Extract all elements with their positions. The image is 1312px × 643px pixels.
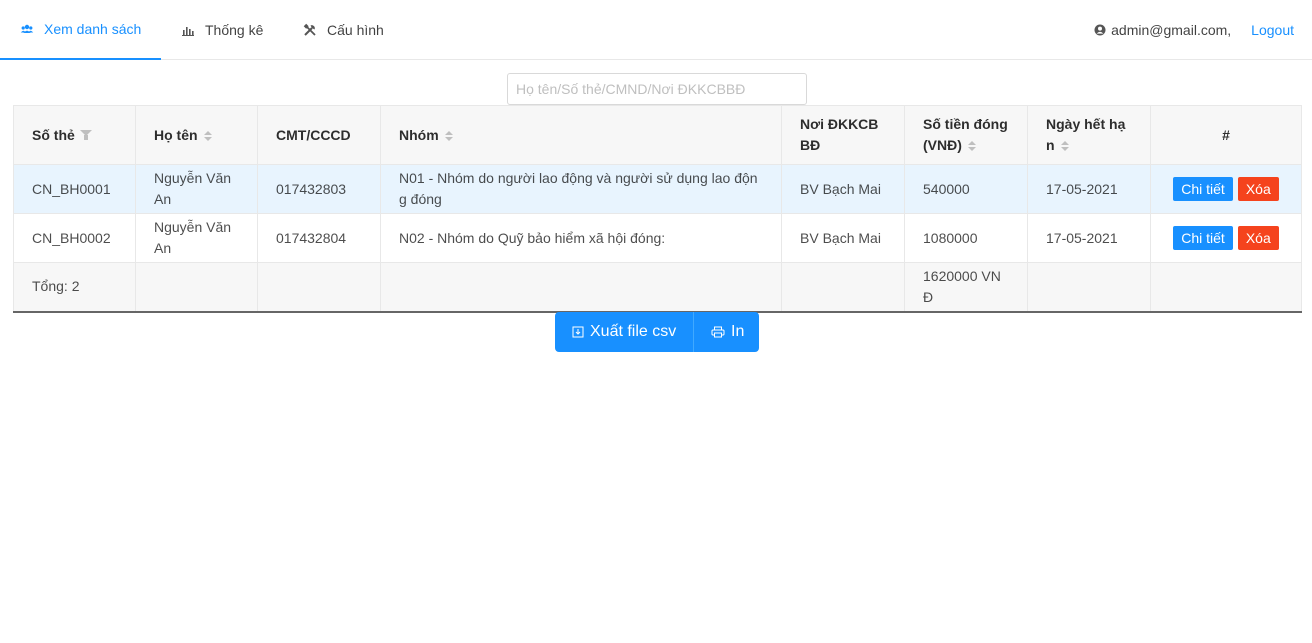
cell-actions: Chi tiết Xóa — [1150, 213, 1302, 263]
cell-card-number: CN_BH0001 — [13, 164, 136, 214]
cell-amount: 1080000 — [904, 213, 1028, 263]
nav-tab-config[interactable]: Cấu hình — [303, 0, 384, 60]
user-icon — [1094, 24, 1106, 36]
tools-icon — [303, 23, 316, 36]
nav-tab-stats[interactable]: Thống kê — [181, 0, 263, 60]
column-header-id-number: CMT/CCCD — [257, 105, 381, 165]
download-icon — [572, 326, 584, 338]
detail-button[interactable]: Chi tiết — [1173, 177, 1233, 201]
cell-group: N01 - Nhóm do người lao động và người sử… — [380, 164, 782, 214]
cell-group: N02 - Nhóm do Quỹ bảo hiểm xã hội đóng: — [380, 213, 782, 263]
column-header-actions: # — [1150, 105, 1302, 165]
cell-full-name: Nguyễn Văn An — [135, 164, 258, 214]
insurance-table: Số thẻ Họ tên CMT/CCCD Nhóm Nơi ĐKKCB BĐ… — [13, 105, 1302, 313]
column-header-amount[interactable]: Số tiền đóng (VNĐ) — [904, 105, 1028, 165]
column-header-full-name[interactable]: Họ tên — [135, 105, 258, 165]
export-button-group: Xuất file csv In — [555, 312, 759, 352]
filter-icon[interactable] — [79, 129, 92, 140]
print-button[interactable]: In — [693, 312, 759, 352]
search-input[interactable] — [507, 73, 807, 105]
logout-link[interactable]: Logout — [1251, 22, 1294, 38]
team-icon — [20, 24, 34, 33]
cell-registered-hospital: BV Bạch Mai — [781, 213, 905, 263]
cell-full-name: Nguyễn Văn An — [135, 213, 258, 263]
cell-card-number: CN_BH0002 — [13, 213, 136, 263]
user-email: admin@gmail.com, — [1111, 22, 1232, 38]
export-csv-button[interactable]: Xuất file csv — [555, 312, 693, 352]
total-amount: 1620000 VNĐ — [904, 262, 1028, 313]
top-nav: Xem danh sách Thống kê Cấu hình admin@gm… — [0, 0, 1312, 60]
cell-id-number: 017432803 — [257, 164, 381, 214]
cell-expiry-date: 17-05-2021 — [1027, 213, 1151, 263]
nav-tab-list-label: Xem danh sách — [44, 21, 142, 37]
cell-actions: Chi tiết Xóa — [1150, 164, 1302, 214]
sort-icon[interactable] — [444, 130, 453, 141]
cell-registered-hospital: BV Bạch Mai — [781, 164, 905, 214]
delete-button[interactable]: Xóa — [1237, 226, 1279, 250]
sort-icon[interactable] — [967, 141, 976, 151]
total-count: Tổng: 2 — [13, 262, 136, 313]
nav-tab-list[interactable]: Xem danh sách — [0, 0, 161, 60]
sort-icon[interactable] — [1060, 141, 1069, 151]
nav-tab-config-label: Cấu hình — [327, 22, 384, 38]
bar-chart-icon — [182, 27, 194, 36]
cell-amount: 540000 — [904, 164, 1028, 214]
user-area: admin@gmail.com, Logout — [1094, 0, 1294, 60]
column-header-expiry-date[interactable]: Ngày hết hạn — [1027, 105, 1151, 165]
column-header-registered-hospital: Nơi ĐKKCB BĐ — [781, 105, 905, 165]
table-row[interactable]: CN_BH0001 Nguyễn Văn An 017432803 N01 - … — [13, 164, 1302, 214]
detail-button[interactable]: Chi tiết — [1173, 226, 1233, 250]
cell-expiry-date: 17-05-2021 — [1027, 164, 1151, 214]
table-header-row: Số thẻ Họ tên CMT/CCCD Nhóm Nơi ĐKKCB BĐ… — [13, 105, 1302, 165]
column-header-card-number[interactable]: Số thẻ — [13, 105, 136, 165]
sort-icon[interactable] — [203, 130, 212, 141]
column-header-group[interactable]: Nhóm — [380, 105, 782, 165]
table-row[interactable]: CN_BH0002 Nguyễn Văn An 017432804 N02 - … — [13, 213, 1302, 263]
printer-icon — [711, 326, 725, 338]
table-footer-row: Tổng: 2 1620000 VNĐ — [13, 262, 1302, 313]
cell-id-number: 017432804 — [257, 213, 381, 263]
delete-button[interactable]: Xóa — [1237, 177, 1279, 201]
nav-tab-stats-label: Thống kê — [205, 22, 264, 38]
